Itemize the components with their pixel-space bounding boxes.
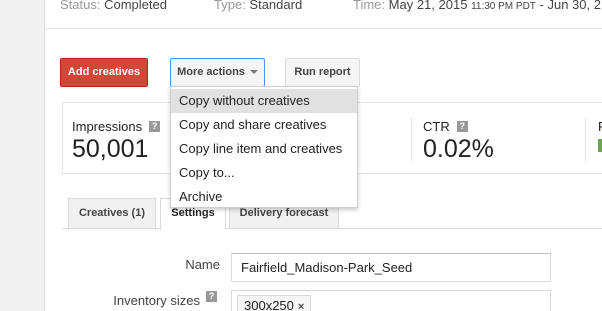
name-label: Name: [185, 257, 220, 272]
size-chip-label: 300x250: [244, 298, 294, 311]
more-actions-button[interactable]: More actions: [170, 58, 265, 87]
time-small: 11:30 PM PDT: [471, 1, 536, 12]
time-label: Time:: [353, 0, 386, 12]
more-actions-menu: Copy without creatives Copy and share cr…: [170, 86, 358, 208]
time-rest: - Jun 30, 2: [539, 0, 601, 12]
menu-item-copy-and-share-creatives[interactable]: Copy and share creatives: [171, 113, 357, 137]
time-date: May 21, 2015: [388, 0, 468, 12]
ctr-label: CTR: [423, 119, 450, 134]
size-chip: 300x250 ×: [237, 295, 312, 311]
help-icon[interactable]: ?: [149, 121, 161, 132]
impressions-label-row: Impressions ?: [72, 119, 161, 134]
status-field: Status: Completed: [60, 0, 167, 12]
menu-item-copy-to[interactable]: Copy to...: [171, 161, 357, 185]
run-report-button[interactable]: Run report: [285, 58, 360, 87]
time-field: Time: May 21, 2015 11:30 PM PDT - Jun 30…: [353, 0, 601, 12]
menu-item-copy-line-item-and-creatives[interactable]: Copy line item and creatives: [171, 137, 357, 161]
chevron-down-icon: [249, 70, 258, 75]
add-creatives-button[interactable]: Add creatives: [60, 58, 148, 87]
menu-item-archive[interactable]: Archive: [171, 185, 357, 209]
close-icon[interactable]: ×: [298, 301, 304, 311]
impressions-stat: Impressions ? 50,001: [72, 119, 161, 164]
ctr-label-row: CTR ?: [423, 119, 494, 134]
type-label: Type:: [214, 0, 246, 12]
impressions-label: Impressions: [72, 119, 143, 134]
ctr-stat: CTR ? 0.02%: [423, 119, 494, 164]
status-divider: [45, 28, 602, 29]
stats-divider: [585, 117, 586, 161]
status-label: Status:: [60, 0, 101, 12]
stats-divider: [411, 117, 412, 161]
type-value: Standard: [249, 0, 303, 12]
status-indicator: [598, 139, 602, 152]
status-value: Completed: [104, 0, 167, 12]
menu-item-copy-without-creatives[interactable]: Copy without creatives: [171, 89, 357, 113]
tab-creatives[interactable]: Creatives (1): [68, 198, 156, 229]
help-icon[interactable]: ?: [456, 121, 468, 132]
ctr-value: 0.02%: [423, 135, 494, 163]
inventory-sizes-field[interactable]: 300x250 ×: [231, 290, 551, 311]
stat-edge-label: F: [598, 119, 602, 134]
left-sidebar: [0, 0, 45, 311]
tabs-divider: [62, 228, 602, 229]
more-actions-label: More actions: [177, 66, 245, 78]
impressions-value: 50,001: [72, 135, 149, 163]
inventory-sizes-label: Inventory sizes: [113, 293, 200, 308]
name-field[interactable]: [231, 253, 551, 282]
type-field: Type: Standard: [214, 0, 302, 12]
help-icon[interactable]: ?: [206, 291, 217, 302]
